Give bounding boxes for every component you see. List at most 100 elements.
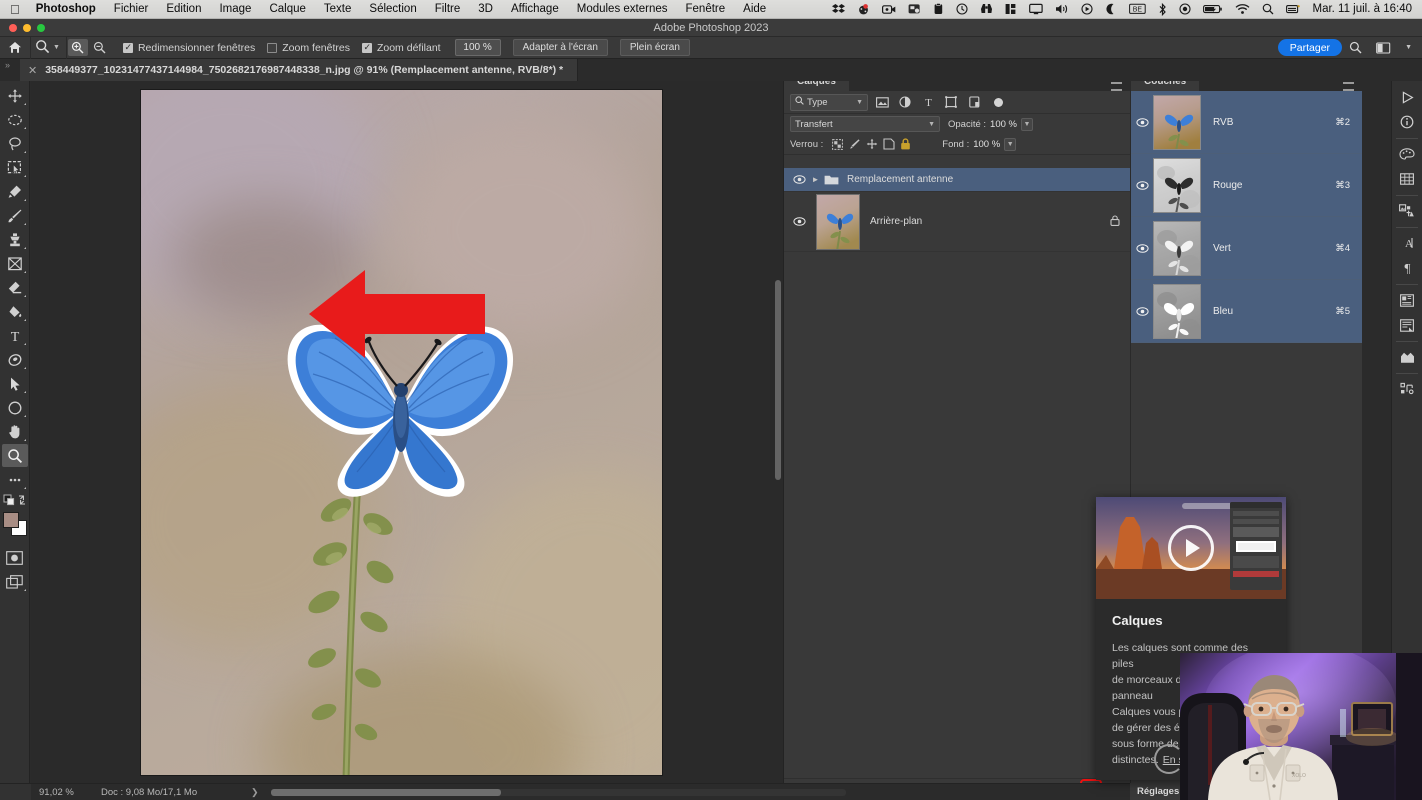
spotlight-search-icon[interactable] <box>1256 3 1280 15</box>
tool-type[interactable]: T <box>2 324 28 347</box>
tool-dodge[interactable] <box>2 348 28 371</box>
status-zoom-level[interactable]: 91,02 % <box>31 787 101 798</box>
app-icon[interactable] <box>902 3 927 15</box>
battery-icon[interactable] <box>1197 3 1229 15</box>
full-screen-button[interactable]: Plein écran <box>619 39 690 56</box>
swatches-grid-icon[interactable] <box>1394 167 1420 191</box>
fit-screen-button[interactable]: Adapter à l'écran <box>512 39 608 56</box>
collapse-panel-icon[interactable]: » <box>0 60 20 81</box>
tool-clone-stamp[interactable] <box>2 228 28 251</box>
layer-thumbnail[interactable] <box>810 193 866 250</box>
paragraph-icon[interactable]: ¶ <box>1394 256 1420 280</box>
tool-more-ellipsis[interactable] <box>2 468 28 491</box>
adjustments-icon[interactable] <box>1394 199 1420 223</box>
menu-photoshop[interactable]: Photoshop <box>34 0 105 19</box>
lock-artboard-icon[interactable] <box>880 136 897 153</box>
lock-icon[interactable] <box>1110 214 1130 229</box>
color-palette-icon[interactable] <box>1394 142 1420 166</box>
tab-reglages[interactable]: Réglages <box>1130 783 1187 800</box>
tool-hand[interactable] <box>2 420 28 443</box>
search-icon[interactable] <box>1342 41 1369 54</box>
menu-aide[interactable]: Aide <box>734 0 775 19</box>
channel-name[interactable]: RVB <box>1201 117 1233 128</box>
minimize-window-button[interactable] <box>23 24 31 32</box>
character-icon[interactable]: A <box>1394 231 1420 255</box>
share-button[interactable]: Partager <box>1277 39 1343 56</box>
close-icon[interactable]: ✕ <box>28 64 37 77</box>
channel-name[interactable]: Rouge <box>1201 180 1242 191</box>
tool-path-selection[interactable] <box>2 372 28 395</box>
quick-mask-icon[interactable] <box>2 546 28 569</box>
lock-image-pixels-icon[interactable] <box>846 136 863 153</box>
chevron-right-icon[interactable]: ► <box>810 175 821 184</box>
channel-name[interactable]: Vert <box>1201 243 1231 254</box>
clock-icon[interactable] <box>950 3 974 15</box>
layer-name[interactable]: Arrière-plan <box>866 216 922 227</box>
opacity-value[interactable]: 100 % <box>990 119 1017 130</box>
channel-visibility-toggle[interactable] <box>1131 180 1153 190</box>
be-icon[interactable]: BE <box>1123 3 1152 15</box>
lock-position-icon[interactable] <box>863 136 880 153</box>
tool-history-brush[interactable] <box>2 252 28 275</box>
table-row[interactable]: Bleu ⌘5 <box>1131 280 1362 343</box>
active-tool-selector[interactable]: ▼ <box>30 36 67 59</box>
table-row[interactable]: RVB ⌘2 <box>1131 91 1362 154</box>
tutorial-video-thumbnail[interactable] <box>1096 497 1286 599</box>
menu-image[interactable]: Image <box>210 0 260 19</box>
layer-visibility-toggle[interactable] <box>788 217 810 226</box>
tool-move[interactable] <box>2 84 28 107</box>
bluetooth-icon[interactable] <box>1152 2 1173 16</box>
menu-filtre[interactable]: Filtre <box>426 0 470 19</box>
filter-toggle-icon[interactable] <box>994 97 1003 107</box>
menu-texte[interactable]: Texte <box>315 0 361 19</box>
close-window-button[interactable] <box>9 24 17 32</box>
menu-affichage[interactable]: Affichage <box>502 0 568 19</box>
lock-all-icon[interactable] <box>897 136 914 153</box>
tool-healing-brush[interactable] <box>2 180 28 203</box>
menu-selection[interactable]: Sélection <box>360 0 425 19</box>
resize-windows-checkbox[interactable]: Redimensionner fenêtres <box>122 41 255 54</box>
scrubby-zoom-checkbox[interactable]: Zoom défilant <box>361 41 441 54</box>
shape-filter-icon[interactable] <box>942 94 960 111</box>
control-center-icon[interactable] <box>1280 3 1306 15</box>
smartobject-filter-icon[interactable] <box>965 94 983 111</box>
color-swatches[interactable] <box>2 512 28 538</box>
zoom-level-field[interactable]: 100 % <box>454 39 501 56</box>
adjustment-filter-icon[interactable] <box>896 94 914 111</box>
workspace-icon[interactable] <box>1369 41 1398 54</box>
apple-logo-icon[interactable]:  <box>10 3 20 16</box>
chevron-down-icon[interactable]: ▼ <box>1020 117 1033 131</box>
tool-lasso[interactable] <box>2 132 28 155</box>
tool-marquee[interactable] <box>2 108 28 131</box>
tool-shape[interactable] <box>2 396 28 419</box>
lock-transparent-pixels-icon[interactable] <box>829 136 846 153</box>
document-artboard[interactable] <box>140 89 663 776</box>
chevron-down-icon[interactable]: ▼ <box>53 44 60 51</box>
fill-value[interactable]: 100 % <box>973 139 1000 150</box>
menu-fenetre[interactable]: Fenêtre <box>677 0 735 19</box>
canvas-vertical-scrollbar[interactable] <box>775 85 781 779</box>
screen-mode-icon[interactable] <box>2 570 28 593</box>
volume-icon[interactable] <box>1049 3 1075 15</box>
chevron-down-icon[interactable]: ▼ <box>1398 44 1422 51</box>
pixel-filter-icon[interactable] <box>873 94 891 111</box>
libraries-icon[interactable] <box>1394 288 1420 312</box>
channel-visibility-toggle[interactable] <box>1131 306 1153 316</box>
channel-visibility-toggle[interactable] <box>1131 243 1153 253</box>
menu-fichier[interactable]: Fichier <box>105 0 158 19</box>
window-traffic-lights[interactable] <box>9 24 45 32</box>
layer-visibility-toggle[interactable] <box>788 175 810 184</box>
chevron-right-icon[interactable]: ❯ <box>251 787 259 798</box>
stats-icon[interactable] <box>999 3 1023 15</box>
home-icon[interactable] <box>0 41 30 54</box>
actions-icon[interactable] <box>1394 377 1420 401</box>
screen-record-icon[interactable] <box>876 4 902 15</box>
tool-paint-bucket[interactable] <box>2 300 28 323</box>
play-circle-icon[interactable] <box>1168 525 1214 571</box>
menu-modules-externes[interactable]: Modules externes <box>568 0 677 19</box>
properties-icon[interactable] <box>1394 313 1420 337</box>
zoom-all-windows-checkbox[interactable]: Zoom fenêtres <box>267 42 350 54</box>
binoculars-icon[interactable] <box>974 3 999 15</box>
document-tab[interactable]: ✕ 358449377_10231477437144984_7502682176… <box>20 59 579 81</box>
menu-3d[interactable]: 3D <box>469 0 502 19</box>
